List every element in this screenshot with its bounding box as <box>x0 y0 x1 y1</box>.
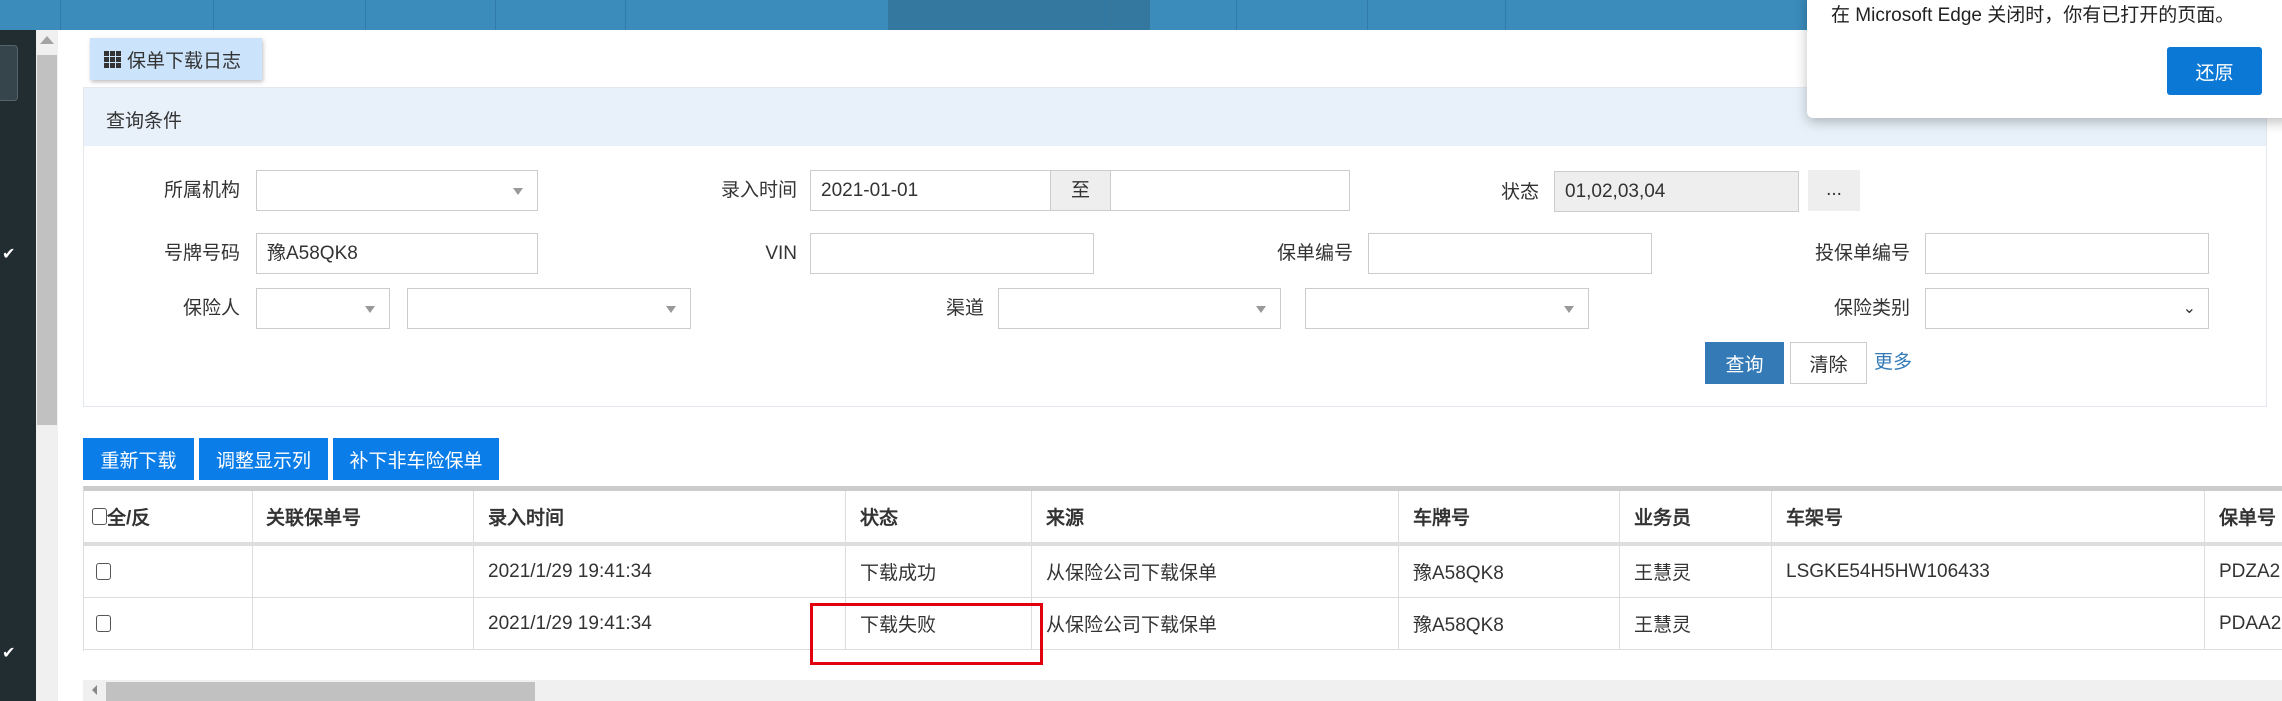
nav-divider <box>1236 0 1237 30</box>
salesperson-cell: 王慧灵 <box>1620 598 1772 649</box>
date-range-separator: 至 <box>1050 170 1111 211</box>
column-header[interactable]: 车牌号 <box>1399 491 1620 542</box>
column-header[interactable]: 状态 <box>846 491 1032 542</box>
proposal-no-label: 投保单编号 <box>1814 243 1910 264</box>
policy-no-input[interactable] <box>1368 233 1652 274</box>
proposal-no-input[interactable] <box>1925 233 2209 274</box>
source-cell: 从保险公司下载保单 <box>1032 598 1399 649</box>
column-header[interactable]: 录入时间 <box>474 491 846 542</box>
supplement-non-auto-policy-button[interactable]: 补下非车险保单 <box>333 438 499 480</box>
nav-divider <box>365 0 366 30</box>
nav-divider <box>1367 0 1368 30</box>
vin-label: VIN <box>765 243 797 264</box>
status-label: 状态 <box>1500 182 1539 203</box>
vin-cell <box>1772 598 2205 649</box>
left-sidebar <box>0 30 36 701</box>
source-cell: 从保险公司下载保单 <box>1032 546 1399 597</box>
channel-label: 渠道 <box>945 298 984 319</box>
entry-time-cell: 2021/1/29 19:41:34 <box>474 546 846 597</box>
entry-time-cell: 2021/1/29 19:41:34 <box>474 598 846 649</box>
more-link[interactable]: 更多 <box>1874 347 1912 374</box>
status-input[interactable]: 01,02,03,04 <box>1554 171 1799 212</box>
nav-divider <box>495 0 496 30</box>
insurer-select[interactable] <box>256 288 390 329</box>
channel-select[interactable] <box>998 288 1281 329</box>
top-nav-tab-active[interactable] <box>888 0 1150 30</box>
adjust-columns-button[interactable]: 调整显示列 <box>199 438 328 480</box>
row-select-cell[interactable] <box>84 546 253 597</box>
check-icon: ✔ <box>2 246 16 263</box>
redownload-button[interactable]: 重新下载 <box>83 438 194 480</box>
row-checkbox[interactable] <box>96 563 111 580</box>
org-label: 所属机构 <box>163 180 240 201</box>
insurer-label: 保险人 <box>182 298 240 319</box>
nav-divider <box>1505 0 1506 30</box>
select-all-header[interactable]: 全/反 <box>84 491 253 542</box>
scroll-left-arrow-icon[interactable] <box>92 685 97 695</box>
nav-divider <box>213 0 214 30</box>
tab-label: 保单下载日志 <box>127 50 242 72</box>
popup-message: 在 Microsoft Edge 关闭时，你有已打开的页面。 <box>1831 5 2235 26</box>
nav-divider <box>1105 0 1106 30</box>
check-icon: ✔ <box>2 645 16 662</box>
status-picker-button[interactable]: ... <box>1808 170 1860 211</box>
query-button[interactable]: 查询 <box>1705 342 1784 384</box>
entry-time-from-input[interactable]: 2021-01-01 <box>810 170 1051 211</box>
table-row[interactable]: 2021/1/29 19:41:34 下载失败 从保险公司下载保单 豫A58QK… <box>84 598 2282 650</box>
channel-sub-select[interactable] <box>1305 288 1589 329</box>
status-cell: 下载成功 <box>846 546 1032 597</box>
vin-input[interactable] <box>810 233 1094 274</box>
row-select-cell[interactable] <box>84 598 253 649</box>
entry-time-to-input[interactable] <box>1110 170 1350 211</box>
column-header[interactable]: 来源 <box>1032 491 1399 542</box>
vertical-scrollbar-thumb[interactable] <box>37 55 57 425</box>
nav-divider <box>625 0 626 30</box>
download-log-table: 全/反 关联保单号 录入时间 状态 来源 车牌号 业务员 车架号 保单号 202… <box>83 486 2282 651</box>
plate-cell: 豫A58QK8 <box>1399 598 1620 649</box>
row-checkbox[interactable] <box>96 615 111 632</box>
plate-label: 号牌号码 <box>163 243 240 264</box>
table-header-row: 全/反 关联保单号 录入时间 状态 来源 车牌号 业务员 车架号 保单号 <box>84 491 2282 546</box>
entry-time-label: 录入时间 <box>720 180 797 201</box>
select-all-checkbox[interactable] <box>92 508 107 525</box>
column-header[interactable]: 业务员 <box>1620 491 1772 542</box>
policy-no-cell: PDAA2 <box>2219 612 2282 634</box>
scroll-up-arrow-icon[interactable] <box>40 36 54 44</box>
plate-input[interactable]: 豫A58QK8 <box>256 233 538 274</box>
plate-cell: 豫A58QK8 <box>1399 546 1620 597</box>
highlight-annotation-box <box>810 603 1043 665</box>
insurance-type-select[interactable]: ⌄ <box>1925 288 2209 329</box>
salesperson-cell: 王慧灵 <box>1620 546 1772 597</box>
chevron-down-icon: ⌄ <box>2182 300 2196 317</box>
policy-no-label: 保单编号 <box>1276 243 1353 264</box>
column-header[interactable]: 关联保单号 <box>252 491 474 542</box>
org-select[interactable] <box>256 170 538 211</box>
column-header[interactable]: 保单号 <box>2205 491 2282 542</box>
nav-divider <box>60 0 61 30</box>
insurance-type-label: 保险类别 <box>1833 298 1910 319</box>
grid-icon <box>104 50 121 68</box>
linked-policy-cell <box>252 546 474 597</box>
policy-no-cell: PDZA2 <box>2219 560 2281 582</box>
restore-button[interactable]: 还原 <box>2167 47 2262 95</box>
horizontal-scrollbar-thumb[interactable] <box>106 682 535 701</box>
clear-button[interactable]: 清除 <box>1790 342 1867 384</box>
column-header: 全/反 <box>107 508 151 529</box>
vin-cell: LSGKE54H5HW106433 <box>1772 546 2205 597</box>
table-row[interactable]: 2021/1/29 19:41:34 下载成功 从保险公司下载保单 豫A58QK… <box>84 546 2282 598</box>
sidebar-item-active[interactable] <box>0 45 18 101</box>
insurer-branch-select[interactable] <box>407 288 691 329</box>
tab-policy-download-log[interactable]: 保单下载日志 <box>90 38 262 80</box>
column-header[interactable]: 车架号 <box>1772 491 2205 542</box>
linked-policy-cell <box>252 598 474 649</box>
